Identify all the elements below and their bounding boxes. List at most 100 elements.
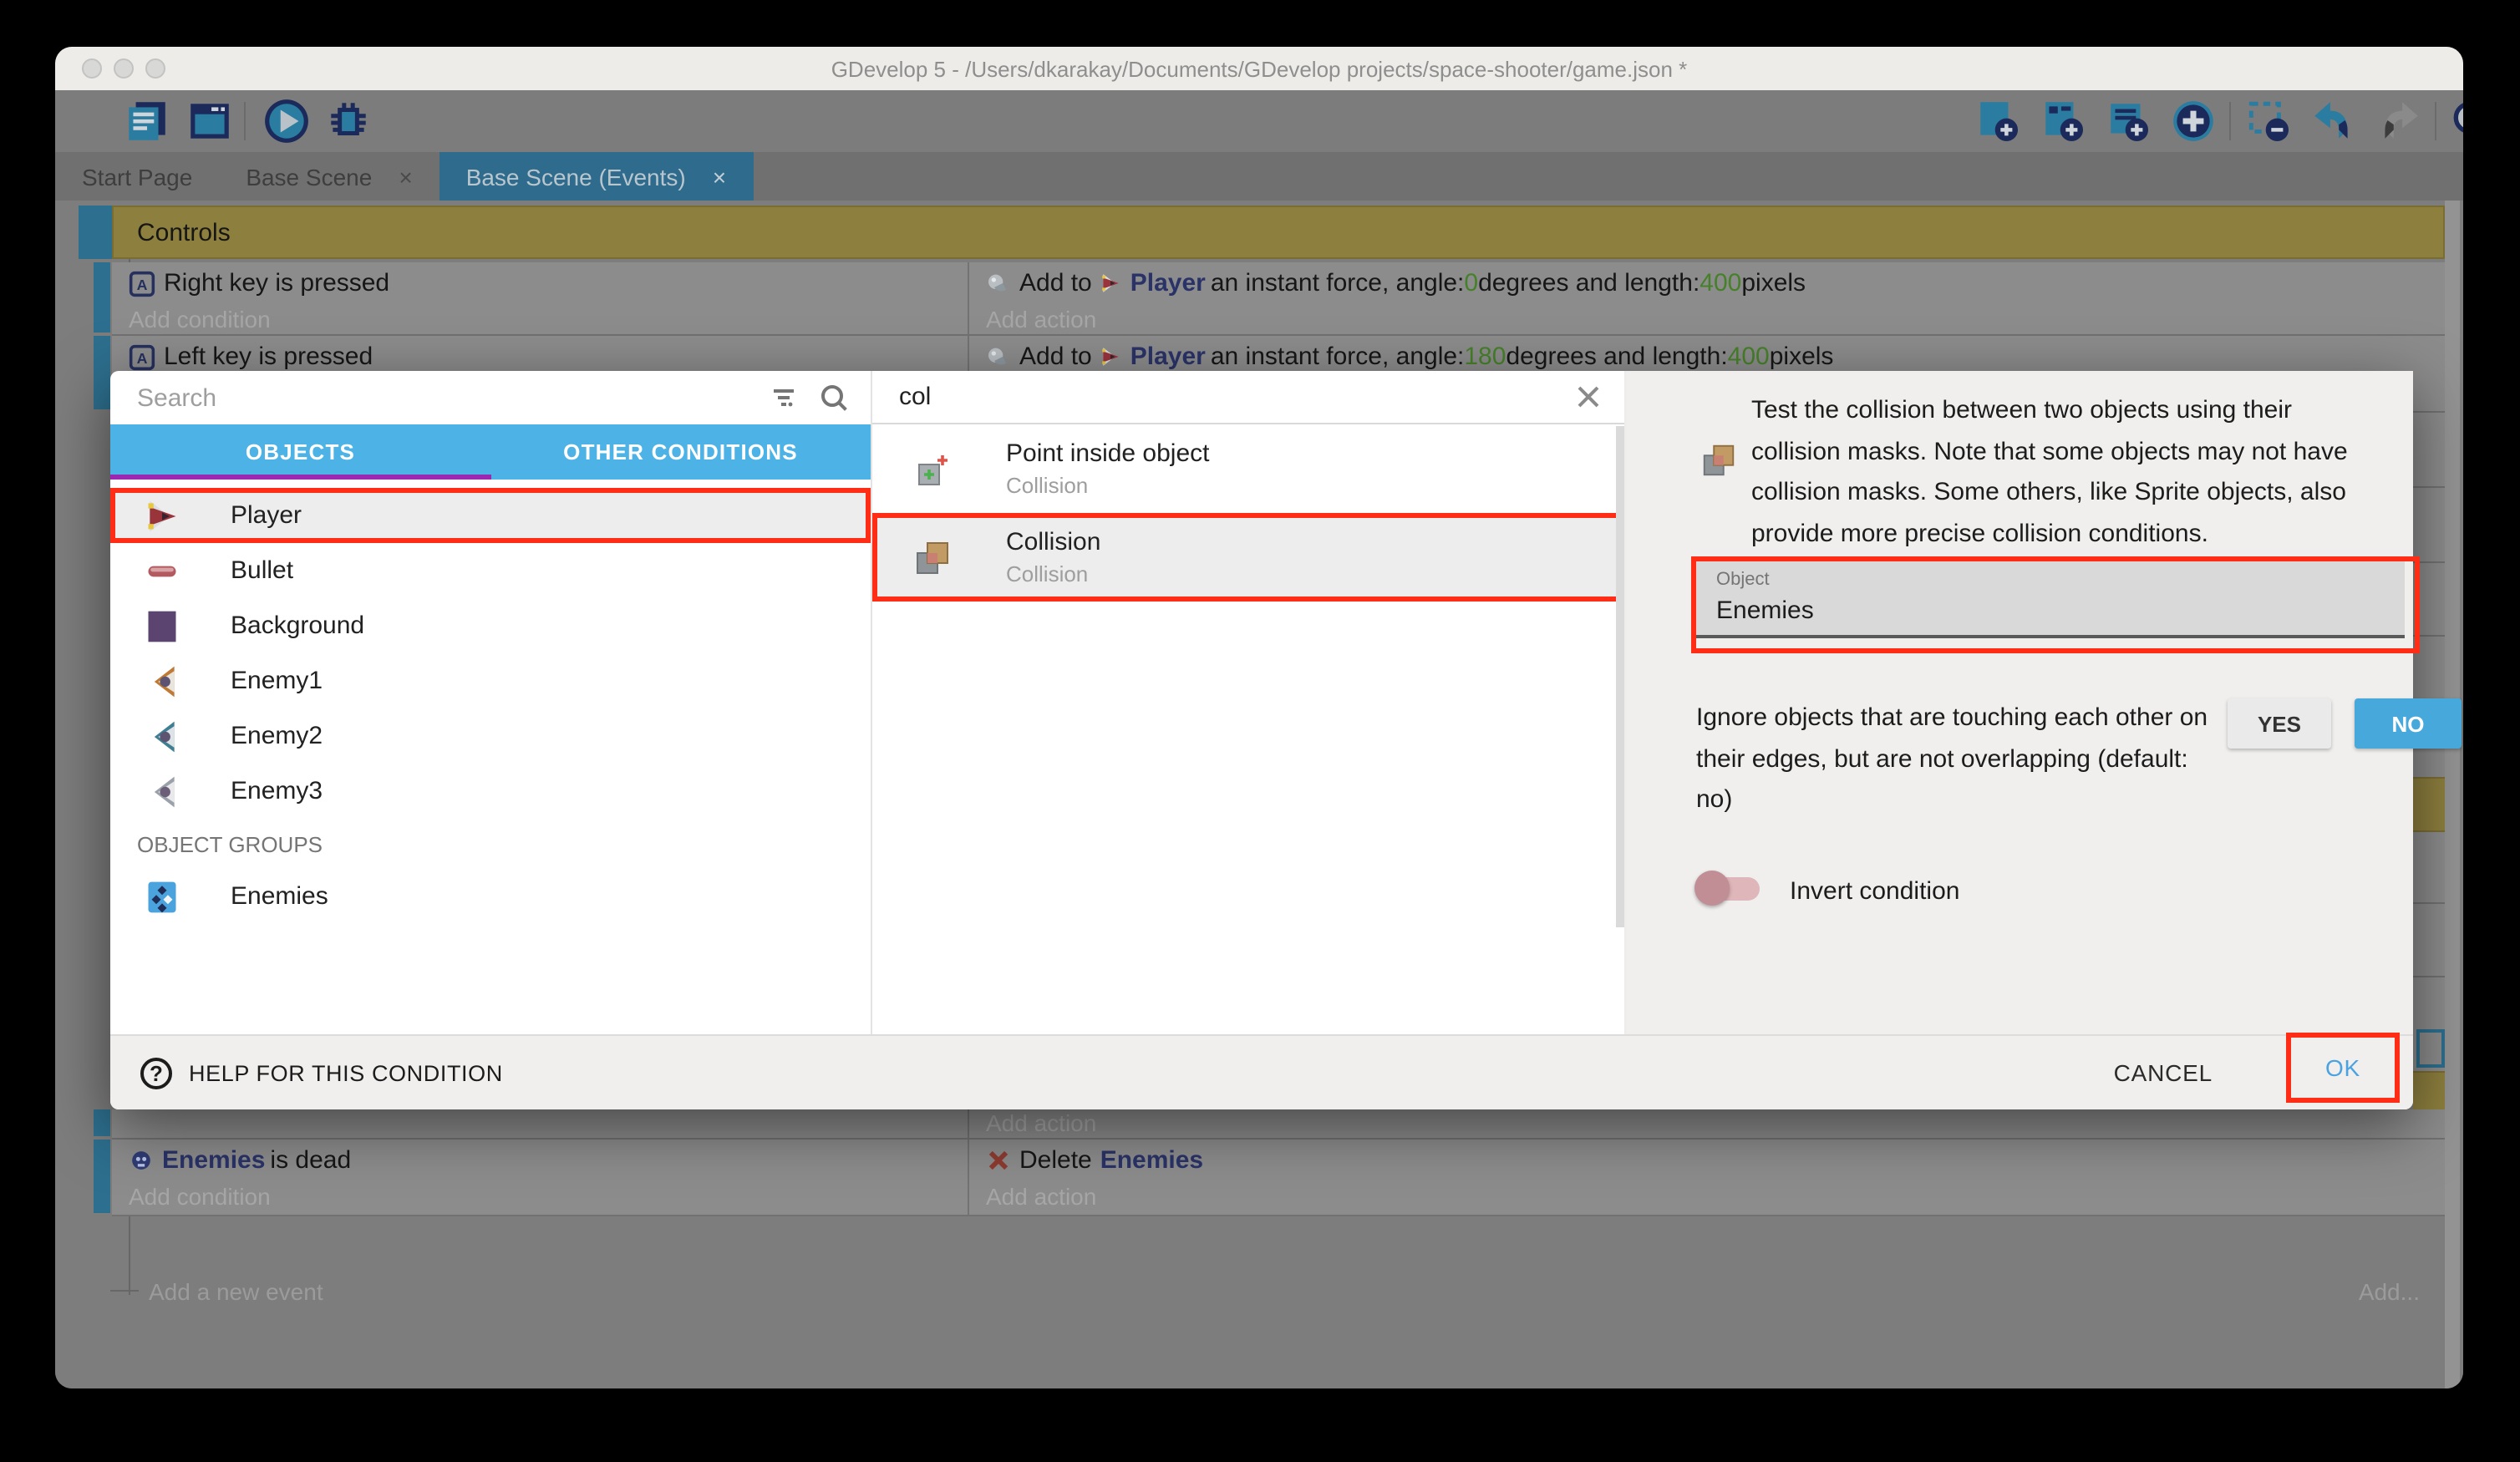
clear-search-icon[interactable] — [1572, 381, 1604, 413]
tab-base-scene[interactable]: Base Scene× — [219, 152, 439, 201]
add-new-icon[interactable] — [2169, 97, 2218, 145]
object-parameter-field[interactable]: Object Enemies — [1696, 561, 2405, 638]
tab-other-conditions[interactable]: OTHER CONDITIONS — [490, 424, 871, 480]
condition-item-point-inside[interactable]: Point inside object Collision — [872, 424, 1624, 513]
background-sprite-icon — [144, 607, 180, 644]
yes-button[interactable]: YES — [2228, 698, 2331, 749]
undo-icon[interactable] — [2309, 97, 2358, 145]
object-item-background[interactable]: Background — [110, 598, 871, 653]
object-item-enemy3[interactable]: Enemy3 — [110, 764, 871, 819]
conditions-cell[interactable]: Enemies is dead Add condition — [112, 1140, 968, 1215]
tab-objects[interactable]: OBJECTS — [110, 424, 490, 480]
collision-icon — [1699, 441, 1738, 480]
titlebar: GDevelop 5 - /Users/dkarakay/Documents/G… — [55, 47, 2463, 90]
actions-cell[interactable]: DeleteEnemies Add action — [968, 1140, 2445, 1215]
dialog-parameters-panel: Test the collision between two objects u… — [1626, 371, 2413, 1036]
ok-button[interactable]: OK — [2325, 1054, 2360, 1081]
tab-indicator — [110, 475, 490, 480]
add-new-event-link[interactable]: Add a new event — [149, 1278, 323, 1305]
field-label: Object — [1716, 570, 1770, 590]
object-groups-header: OBJECT GROUPS — [137, 819, 871, 869]
event-drag-handle[interactable] — [79, 206, 112, 259]
add-condition-link[interactable]: Add condition — [129, 1178, 968, 1213]
dimmed-group-bar — [2413, 777, 2445, 832]
cancel-button[interactable]: CANCEL — [2114, 1059, 2213, 1086]
condition-description: Test the collision between two objects u… — [1751, 391, 2370, 555]
toolbar-separator — [244, 102, 246, 140]
close-tab-icon[interactable]: × — [713, 163, 726, 190]
dialog-tabbar: OBJECTS OTHER CONDITIONS — [110, 424, 871, 480]
actions-cell[interactable]: Add action — [968, 1109, 2445, 1138]
search-icon[interactable] — [2448, 97, 2463, 145]
invert-condition-label: Invert condition — [1790, 877, 1959, 906]
event-drag-handle[interactable] — [94, 262, 110, 333]
redo-icon[interactable] — [2375, 97, 2423, 145]
event-row[interactable]: Enemies is dead Add condition DeleteEnem… — [112, 1140, 2445, 1216]
add-condition-link[interactable]: Add condition — [129, 301, 968, 336]
toolbar-separator — [2229, 102, 2231, 140]
dialog-conditions-panel: col Point inside object Collision Collis… — [872, 371, 1626, 1036]
add-event-icon[interactable] — [1974, 97, 2022, 145]
window-title: GDevelop 5 - /Users/dkarakay/Documents/G… — [55, 57, 2463, 82]
collision-icon — [912, 537, 953, 577]
conditions-scrollbar[interactable] — [1616, 426, 1624, 927]
no-button[interactable]: NO — [2355, 698, 2462, 749]
object-item-bullet[interactable]: Bullet — [110, 543, 871, 598]
scene-editor-icon[interactable] — [185, 97, 234, 145]
player-sprite-icon — [144, 497, 180, 534]
bullet-sprite-icon — [144, 552, 180, 589]
object-list: Player Bullet Background Enemy1 — [110, 480, 871, 924]
editor-tabbar: Start Page Base Scene× Base Scene (Event… — [55, 152, 2463, 201]
tab-base-scene-events[interactable]: Base Scene (Events)× — [439, 152, 753, 201]
event-group-controls[interactable]: Controls — [112, 206, 2445, 259]
toolbar-separator — [2435, 102, 2436, 140]
condition-editor-dialog: Search OBJECTS OTHER CONDITIONS Player — [110, 371, 2413, 1109]
remove-event-icon[interactable] — [2244, 97, 2293, 145]
main-toolbar — [55, 90, 2463, 152]
event-row[interactable]: Add action — [112, 1109, 2445, 1140]
enemy1-sprite-icon — [144, 662, 180, 699]
toggle-knob — [1694, 871, 1730, 906]
app-window: GDevelop 5 - /Users/dkarakay/Documents/G… — [55, 47, 2463, 1388]
object-item-player[interactable]: Player — [110, 488, 871, 543]
events-scrollbar[interactable] — [2445, 201, 2460, 1388]
add-comment-icon[interactable] — [2104, 97, 2152, 145]
enemy3-sprite-icon — [144, 773, 180, 810]
filter-icon[interactable] — [769, 383, 799, 413]
invert-condition-toggle[interactable] — [1699, 877, 1760, 901]
enemies-group-icon — [144, 878, 180, 915]
event-drag-handle[interactable] — [94, 336, 110, 409]
ok-button-highlight[interactable]: OK — [2286, 1033, 2400, 1103]
tree-line — [110, 1290, 139, 1292]
conditions-cell[interactable]: Right key is pressed Add condition — [112, 262, 968, 334]
close-tab-icon[interactable]: × — [399, 163, 412, 190]
ignore-touching-label: Ignore objects that are touching each ot… — [1696, 698, 2211, 821]
condition-item-collision[interactable]: Collision Collision — [872, 513, 1624, 602]
project-manager-icon[interactable] — [122, 97, 170, 145]
add-action-link[interactable]: Add action — [986, 1178, 2445, 1213]
add-subevent-icon[interactable] — [2039, 97, 2087, 145]
field-value: Enemies — [1716, 596, 1814, 625]
object-search-input[interactable]: Search — [137, 383, 769, 412]
event-drag-handle[interactable] — [94, 1140, 110, 1213]
dialog-left-panel: Search OBJECTS OTHER CONDITIONS Player — [110, 371, 872, 1036]
event-drag-handle[interactable] — [94, 1109, 110, 1136]
conditions-cell[interactable] — [112, 1109, 968, 1138]
object-item-enemy2[interactable]: Enemy2 — [110, 708, 871, 764]
group-item-enemies[interactable]: Enemies — [110, 869, 871, 924]
condition-search-input[interactable]: col — [899, 383, 1572, 411]
add-action-link[interactable]: Add action — [986, 1109, 2445, 1135]
search-icon[interactable] — [819, 382, 851, 414]
event-row[interactable]: Right key is pressed Add condition Add t… — [112, 262, 2445, 336]
object-item-enemy1[interactable]: Enemy1 — [110, 653, 871, 708]
group-label: Controls — [137, 218, 231, 246]
add-more-link[interactable]: Add... — [2359, 1278, 2420, 1305]
tab-start-page[interactable]: Start Page — [55, 152, 219, 201]
play-icon[interactable] — [262, 97, 311, 145]
add-action-link[interactable]: Add action — [986, 301, 2445, 336]
point-inside-icon — [912, 449, 953, 489]
help-link[interactable]: ? HELP FOR THIS CONDITION — [140, 1057, 503, 1089]
actions-cell[interactable]: Add toPlayer an instant force, angle: 0 … — [968, 262, 2445, 334]
debug-icon[interactable] — [324, 97, 373, 145]
help-icon: ? — [140, 1057, 172, 1089]
